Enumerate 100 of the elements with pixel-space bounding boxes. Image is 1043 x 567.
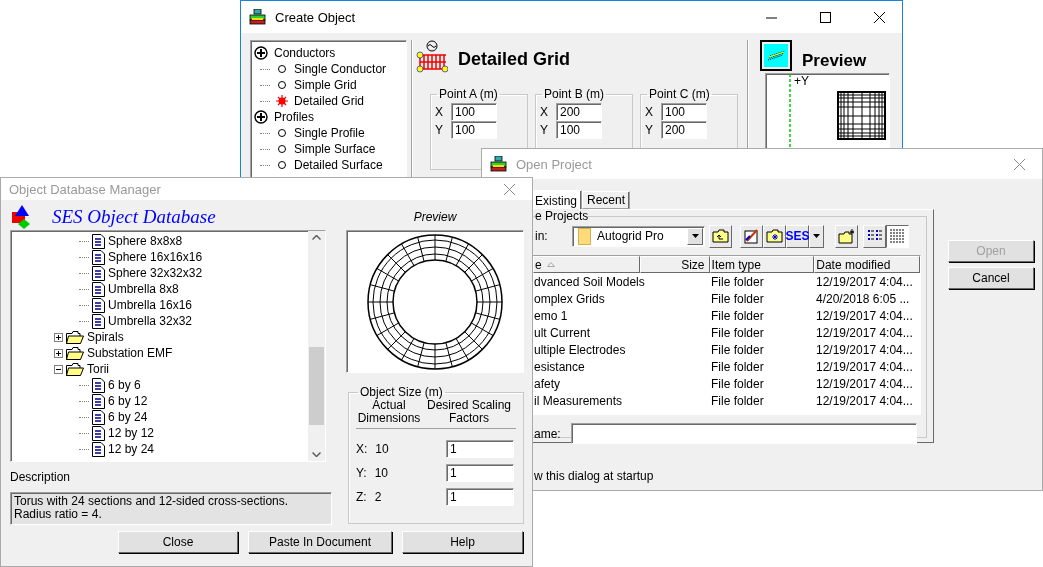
item-type-cell-text: File folder	[710, 274, 765, 289]
tab[interactable]: Existing	[530, 190, 583, 210]
axis-label: Z:	[356, 490, 367, 504]
coordinate-field[interactable]: 200	[556, 103, 602, 121]
folder-icon	[66, 362, 84, 376]
description-label: Description	[10, 470, 72, 484]
document-icon	[92, 281, 105, 297]
close-button[interactable]: Close	[118, 531, 238, 553]
coordinate-field[interactable]: 100	[556, 121, 602, 139]
scrollbar[interactable]	[308, 231, 325, 461]
coordinate-field[interactable]: 100	[451, 103, 497, 121]
axis-label: Y	[435, 123, 444, 137]
folder-label[interactable]: Torii	[87, 362, 109, 376]
expand-icon[interactable]	[254, 46, 268, 60]
tree-item[interactable]: 12 by 12	[108, 426, 155, 440]
close-icon	[503, 183, 515, 195]
window-title: Open Project	[516, 156, 593, 172]
description-text: Torus with 24 sections and 12-sided cross-sections. Radius ratio = 4.	[10, 492, 332, 525]
close-icon	[873, 11, 885, 23]
coordinate-field[interactable]: 200	[661, 121, 707, 139]
document-icon	[92, 377, 105, 393]
tree-item[interactable]: Simple Grid	[294, 78, 357, 92]
maximize-icon	[819, 11, 831, 23]
file-name-cell[interactable]: emo 1	[533, 308, 710, 323]
document-icon	[92, 441, 105, 457]
list-view-button[interactable]	[863, 224, 886, 248]
tree-group-label[interactable]: Conductors	[274, 46, 336, 60]
column-header[interactable]: e	[533, 256, 640, 273]
preview-button[interactable]	[760, 40, 792, 71]
coordinate-field[interactable]: 100	[661, 103, 707, 121]
tree-item[interactable]: Detailed Grid	[294, 94, 365, 108]
tree-item[interactable]: 6 by 24	[108, 410, 148, 424]
dropdown-button[interactable]	[687, 227, 703, 245]
tree-item[interactable]: Single Profile	[294, 126, 365, 140]
document-icon	[92, 249, 105, 265]
dimension-value: 10	[374, 466, 389, 480]
up-folder-button[interactable]	[709, 224, 732, 248]
file-name-field[interactable]	[571, 423, 917, 444]
details-view-button[interactable]	[886, 224, 909, 248]
preview-label: Preview	[413, 210, 457, 224]
folder-label[interactable]: Substation EMF	[87, 346, 173, 360]
tree-item[interactable]: 12 by 24	[108, 442, 155, 456]
axis-label: +Y	[794, 74, 809, 88]
column-header[interactable]: Size	[639, 256, 710, 273]
file-name-cell[interactable]: ult Current	[533, 325, 710, 340]
ses-button[interactable]: SES	[786, 224, 809, 248]
tree-item[interactable]: Sphere 32x32x32	[108, 266, 203, 280]
column-header[interactable]: Date modified	[814, 256, 920, 273]
file-name-cell[interactable]: omplex Grids	[533, 291, 710, 306]
tree-item[interactable]: Sphere 16x16x16	[108, 250, 203, 264]
item-type-cell-text: File folder	[710, 342, 765, 357]
help-button[interactable]: Help	[402, 531, 523, 553]
tree-item[interactable]: Simple Surface	[294, 142, 376, 156]
expand-icon[interactable]	[54, 332, 63, 342]
dropdown-button[interactable]	[809, 224, 824, 248]
caret-icon	[813, 234, 820, 238]
folder-label[interactable]: Spirals	[87, 330, 124, 344]
tree-item[interactable]: Umbrella 16x16	[108, 298, 193, 312]
list-view-icon	[867, 229, 882, 243]
file-name-cell[interactable]: ultiple Electrodes	[533, 342, 710, 357]
date-cell-text: 12/19/2017 4:04...	[815, 342, 914, 357]
tree-item[interactable]: Sphere 8x8x8	[108, 234, 183, 248]
tree-group-label[interactable]: Profiles	[274, 110, 314, 124]
file-name-cell[interactable]: esistance	[533, 359, 710, 374]
axis-label: Y	[540, 123, 549, 137]
column-header[interactable]: Item type	[709, 256, 815, 273]
edit-button[interactable]	[740, 224, 763, 248]
axis-label: Y:	[356, 466, 367, 480]
tree-item[interactable]: 6 by 6	[108, 378, 141, 392]
tree-item[interactable]: Detailed Surface	[294, 158, 383, 172]
group-label: Point B (m)	[543, 87, 605, 101]
scaling-factor-field[interactable]: 1	[446, 464, 514, 482]
scroll-up-icon[interactable]	[312, 235, 321, 240]
folder-star-button[interactable]	[763, 224, 786, 248]
file-name-cell[interactable]: afety	[533, 376, 710, 391]
file-name-cell[interactable]: dvanced Soil Models	[533, 274, 710, 289]
scroll-down-icon[interactable]	[312, 452, 321, 457]
expand-icon[interactable]	[254, 110, 268, 124]
cancel-button[interactable]: Cancel	[948, 267, 1034, 289]
scaling-factor-field[interactable]: 1	[446, 440, 514, 458]
window-title: Object Database Manager	[9, 181, 162, 197]
tree-item[interactable]: 6 by 12	[108, 394, 148, 408]
folder-dropdown[interactable]: Autogrid Pro	[572, 225, 705, 247]
collapse-icon[interactable]	[54, 364, 63, 374]
expand-icon[interactable]	[54, 348, 63, 358]
grid-icon	[416, 40, 448, 74]
caret-icon	[691, 234, 699, 238]
tree-item[interactable]: Umbrella 8x8	[108, 282, 179, 296]
tree-item[interactable]: Umbrella 32x32	[108, 314, 193, 328]
coordinate-field[interactable]: 100	[451, 121, 497, 139]
tree-item[interactable]: Single Conductor	[294, 62, 387, 76]
group-label: Point A (m)	[438, 87, 499, 101]
startup-checkbox-label: w this dialog at startup	[534, 469, 655, 483]
paste-button[interactable]: Paste In Document	[248, 531, 392, 553]
tab[interactable]: Recent	[582, 191, 631, 209]
new-folder-button[interactable]	[835, 224, 858, 248]
file-name-cell[interactable]: il Measurements	[533, 393, 710, 408]
date-cell-text: 12/19/2017 4:04...	[815, 325, 914, 340]
scaling-factor-field[interactable]: 1	[446, 488, 514, 506]
date-cell-text: 4/20/2018 6:05 ...	[815, 291, 911, 306]
